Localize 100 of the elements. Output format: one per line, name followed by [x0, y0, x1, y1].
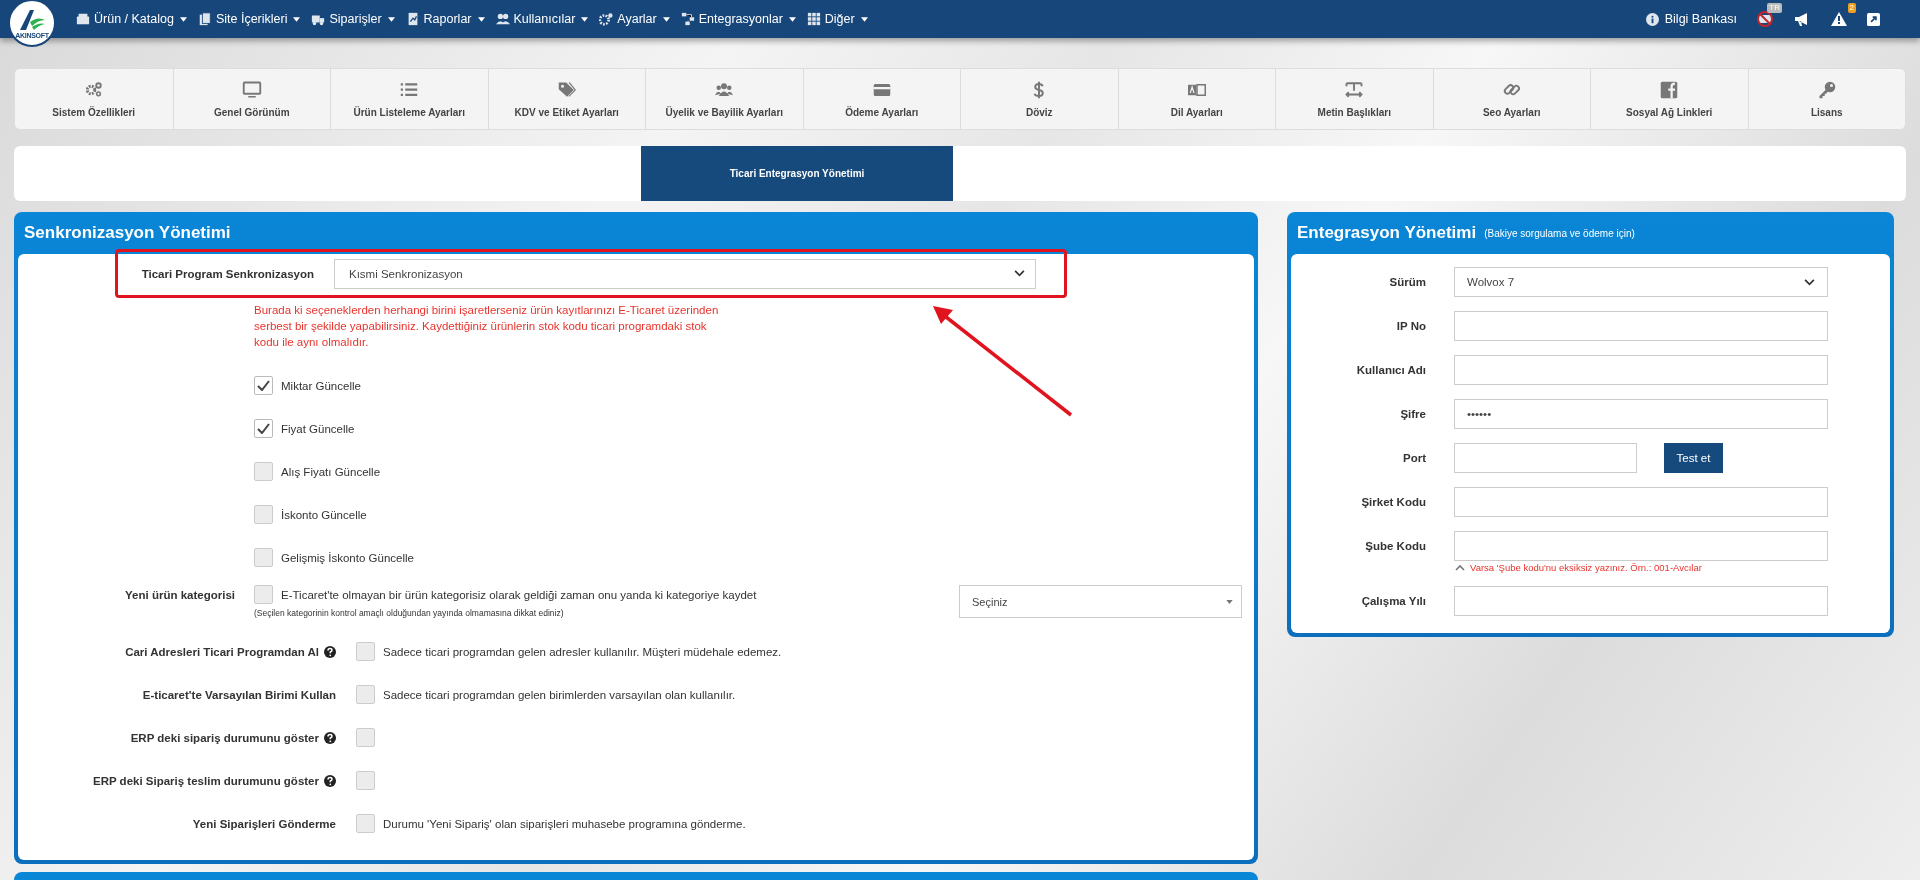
list-icon — [399, 80, 420, 99]
documents-icon — [197, 12, 212, 26]
input-field[interactable] — [1454, 487, 1828, 517]
category-select[interactable]: Seçiniz — [959, 585, 1242, 618]
field-label: Sürüm — [1388, 276, 1426, 288]
settings-tab[interactable]: Metin Başlıkları — [1275, 69, 1433, 129]
settings-tab[interactable]: Seo Ayarları — [1432, 69, 1590, 129]
menu-item[interactable]: Ayarlar — [599, 12, 670, 26]
help-link[interactable]: Bilgi Bankası — [1664, 12, 1737, 26]
checkbox-label: Sadece ticari programdan gelen birimlerden varsayılan olan kullanılır. — [383, 688, 736, 701]
input-field[interactable] — [1454, 586, 1828, 616]
checkbox[interactable] — [254, 376, 273, 395]
field-label: Kullanıcı Adı — [1355, 364, 1426, 376]
help-icon[interactable] — [324, 774, 336, 787]
network-icon — [680, 12, 695, 26]
checkbox[interactable] — [254, 505, 273, 524]
menu-item[interactable]: Kullanıcılar — [495, 12, 589, 26]
panel-title: Senkronizasyon Yönetimi — [24, 223, 231, 243]
sub-tab[interactable]: Ticari Entegrasyon Yönetimi — [641, 146, 953, 201]
social-icon — [1659, 80, 1680, 99]
help-icon[interactable] — [324, 731, 336, 744]
checkbox[interactable] — [356, 685, 375, 704]
warning-icon[interactable] — [1830, 11, 1848, 27]
field-label: Cari Adresleri Ticari Programdan Al — [125, 645, 319, 658]
sync-select[interactable]: Kısmi Senkronizasyon — [334, 258, 1036, 289]
checkbox-label: E-Ticaret'te olmayan bir ürün kategorisiz olarak geldiği zaman onu yanda ki kategoriye kaydet — [281, 588, 757, 601]
field-label: Yeni ürün kategorisi — [124, 589, 235, 601]
users-icon — [495, 12, 510, 26]
settings-tab[interactable]: Sistem Özellikleri — [15, 69, 173, 129]
checkbox[interactable] — [356, 728, 375, 747]
settings-tab[interactable]: Genel Görünüm — [172, 69, 330, 129]
menu-item[interactable]: Entegrasyonlar — [680, 12, 796, 26]
box-icon — [76, 12, 90, 26]
field-label: Port — [1402, 452, 1426, 464]
input-field[interactable] — [1454, 355, 1828, 385]
hint-text: Varsa 'Şube kodu'nu eksiksiz yazınız. Örn.: 001-Avcılar — [1470, 562, 1702, 573]
checkbox-label: Durumu 'Yeni Sipariş' olan siparişleri muhasebe programına gönderme. — [383, 817, 746, 830]
password-field[interactable]: •••••• — [1454, 399, 1828, 429]
gears-icon — [83, 80, 104, 99]
checkbox-label: Fiyat Güncelle — [281, 422, 355, 435]
checkbox[interactable] — [356, 814, 375, 833]
test-button[interactable]: Test et — [1664, 443, 1723, 473]
settings-tab[interactable]: Döviz — [960, 69, 1118, 129]
settings-tab[interactable]: KDV ve Etiket Ayarları — [487, 69, 645, 129]
input-field[interactable] — [1454, 443, 1637, 473]
caret-icon — [1226, 599, 1233, 604]
note-text: (Seçilen kategorinin kontrol amaçlı olduğundan yayında olmamasına dikkat ediniz) — [254, 608, 565, 618]
field-label: Yeni Siparişleri Gönderme — [192, 817, 336, 830]
field-label: ERP deki Sipariş teslim durumunu göster — [93, 774, 319, 787]
info-icon — [1645, 12, 1659, 26]
language-off-icon[interactable] — [1756, 11, 1774, 27]
settings-tab[interactable]: Dil Ayarları — [1117, 69, 1275, 129]
checkbox-label: Alış Fiyatı Güncelle — [281, 465, 381, 478]
chevron-down-icon — [1804, 278, 1815, 286]
input-field[interactable] — [1454, 311, 1828, 341]
input-field[interactable] — [1454, 531, 1828, 561]
caret-icon — [179, 16, 187, 22]
chevron-down-icon — [1014, 270, 1025, 277]
text-height-icon — [1344, 80, 1365, 99]
field-label: Şube Kodu — [1364, 540, 1426, 552]
caret-icon — [387, 16, 395, 22]
checkbox[interactable] — [356, 771, 375, 790]
chevron-up-icon — [1455, 564, 1465, 571]
gears-icon — [599, 12, 614, 26]
caret-icon — [581, 16, 589, 22]
checkbox[interactable] — [254, 462, 273, 481]
language-badge: TR — [1767, 3, 1782, 13]
field-label: ERP deki sipariş durumunu göster — [130, 731, 319, 744]
checkbox[interactable] — [356, 642, 375, 661]
caret-icon — [662, 16, 670, 22]
field-label: Şirket Kodu — [1360, 496, 1426, 508]
monitor-icon — [241, 80, 262, 99]
grid-icon — [806, 12, 821, 26]
checkbox-label: Miktar Güncelle — [281, 379, 361, 392]
external-link-icon[interactable] — [1867, 12, 1880, 26]
version-select[interactable]: Wolvox 7 — [1454, 267, 1828, 297]
caret-icon — [293, 16, 301, 22]
field-label: IP No — [1395, 320, 1426, 332]
settings-tab[interactable]: Sosyal Ağ Linkleri — [1590, 69, 1748, 129]
checkbox[interactable] — [254, 585, 273, 604]
field-label: Ticari Program Senkronizasyon — [140, 267, 314, 280]
checkbox[interactable] — [254, 548, 273, 567]
menu-item[interactable]: Diğer — [806, 12, 868, 26]
settings-tab[interactable]: Ödeme Ayarları — [802, 69, 960, 129]
menu-item[interactable]: Siparişler — [311, 12, 395, 26]
menu-item[interactable]: Raporlar — [405, 12, 485, 26]
settings-tab[interactable]: Ürün Listeleme Ayarları — [330, 69, 488, 129]
users-icon — [714, 80, 735, 99]
settings-tab[interactable]: Üyelik ve Bayilik Ayarları — [645, 69, 803, 129]
checkbox[interactable] — [254, 419, 273, 438]
menu-item[interactable]: Ürün / Katalog — [76, 12, 187, 26]
menu-item[interactable]: Site İçerikleri — [197, 12, 301, 26]
field-label: E-ticaret'te Varsayılan Birimi Kullan — [142, 688, 336, 701]
checkbox-label: Sadece ticari programdan gelen adresler kullanılır. Müşteri müdehale edemez. — [383, 645, 782, 658]
caret-icon — [477, 16, 485, 22]
settings-tab[interactable]: Lisans — [1747, 69, 1905, 129]
field-label: Şifre — [1399, 408, 1426, 420]
panel-title: Entegrasyon Yönetimi — [1297, 223, 1477, 243]
warning-text: Burada ki seçeneklerden herhangi birini işaretlerseniz ürün kayıtlarınızı E-Ticaret üzerinden serbest bir şekilde yapabilirsiniz. Kaydettiğiniz ürünlerin stok kodu ticari programdaki stok kodu ile aynı olmalıdır. — [254, 303, 720, 350]
help-icon[interactable] — [324, 645, 336, 658]
